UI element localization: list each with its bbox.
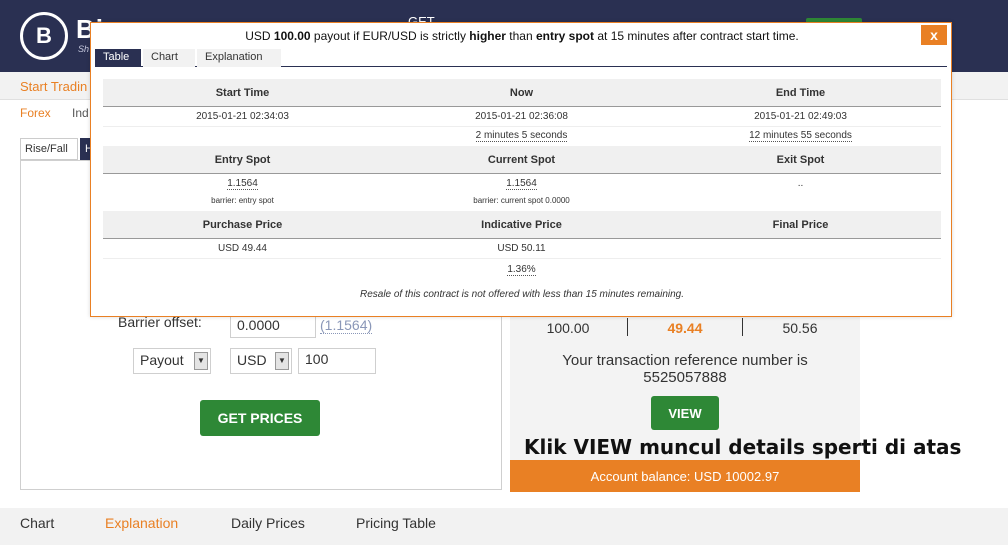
current-spot-value: 1.1564 [382, 178, 661, 190]
title-amount: 100.00 [273, 29, 311, 43]
payout-select[interactable]: Payout ▼ [133, 348, 211, 374]
remaining-duration-text: 12 minutes 55 seconds [749, 130, 852, 142]
price-change-text: 1.36% [507, 264, 536, 276]
table-row: 2015-01-21 02:34:03 2015-01-21 02:36:08 … [103, 109, 941, 127]
elapsed-duration-text: 2 minutes 5 seconds [475, 130, 568, 142]
transaction-text: Your transaction reference number is [562, 352, 808, 369]
contract-details-dialog: USD 100.00 payout if EUR/USD is strictly… [90, 22, 952, 317]
price-change: 1.36% [382, 264, 661, 276]
dialog-tabs: Table Chart Explanation [95, 49, 947, 67]
currency-select[interactable]: USD ▼ [230, 348, 292, 374]
currency-select-value: USD [237, 352, 267, 368]
tab-pricing-table[interactable]: Pricing Table [356, 515, 436, 531]
bottom-tabs: Chart Explanation Daily Prices Pricing T… [0, 508, 1008, 545]
dialog-tab-table[interactable]: Table [95, 49, 141, 67]
header-purchase-price: Purchase Price [202, 219, 283, 231]
header-indicative-price: Indicative Price [481, 219, 562, 231]
current-spot-text: 1.1564 [506, 178, 537, 190]
barrier-offset-input[interactable]: 0.0000 [230, 314, 316, 338]
header-entry-spot: Entry Spot [214, 154, 271, 166]
entry-spot-text: 1.1564 [227, 178, 258, 190]
remaining-duration: 12 minutes 55 seconds [661, 130, 940, 142]
table-header-row: Purchase Price Indicative Price Final Pr… [103, 211, 941, 239]
barrier-spot-link[interactable]: (1.1564) [320, 317, 373, 334]
contract-description: USD 100.00 payout if EUR/USD is strictly… [91, 29, 953, 43]
title-part: USD [245, 29, 274, 43]
header-end-time: End Time [775, 87, 826, 99]
tab-daily-prices[interactable]: Daily Prices [231, 515, 305, 531]
entry-spot-value: 1.1564 [103, 178, 382, 190]
exit-spot-value: .. [797, 178, 804, 189]
resale-notice: Resale of this contract is not offered w… [359, 289, 685, 300]
view-button[interactable]: VIEW [651, 396, 719, 430]
logo-icon[interactable]: B [20, 12, 68, 60]
cost-value: 49.44 [667, 320, 703, 336]
tab-chart[interactable]: Chart [20, 515, 54, 531]
payout-select-value: Payout [140, 352, 184, 368]
annotation-text: Klik VIEW muncul details sperti di atas [524, 435, 962, 459]
header-start-time: Start Time [215, 87, 270, 99]
get-prices-button[interactable]: GET PRICES [200, 400, 320, 436]
price-summary: 100.00 49.44 50.56 [510, 318, 860, 340]
title-direction: higher [469, 29, 506, 43]
indicative-price-value: USD 50.11 [497, 243, 546, 254]
header-now: Now [509, 87, 534, 99]
table-row: 1.36% [103, 263, 941, 279]
elapsed-duration: 2 minutes 5 seconds [382, 130, 661, 142]
table-row: barrier: entry spot barrier: current spo… [103, 195, 941, 209]
header-exit-spot: Exit Spot [776, 154, 825, 166]
title-barrier: entry spot [536, 29, 595, 43]
purchase-price-value: USD 49.44 [218, 243, 267, 254]
table-header-row: Start Time Now End Time [103, 79, 941, 107]
tab-explanation[interactable]: Explanation [105, 515, 178, 531]
logo-mark: B [36, 23, 52, 48]
table-header-row: Entry Spot Current Spot Exit Spot [103, 146, 941, 174]
logo-tagline: Sh [78, 44, 90, 54]
table-row: 2 minutes 5 seconds 12 minutes 55 second… [103, 129, 941, 145]
transaction-reference: Your transaction reference number is 552… [510, 352, 860, 386]
nav-start-trading[interactable]: Start Tradin [20, 79, 87, 94]
now-value: 2015-01-21 02:36:08 [475, 111, 568, 122]
payout-value: 100.00 [546, 320, 590, 336]
table-row: 1.1564 1.1564 .. [103, 177, 941, 193]
dialog-tab-explanation[interactable]: Explanation [197, 49, 281, 67]
entry-barrier-note: barrier: entry spot [211, 196, 274, 205]
title-part: payout if EUR/USD is strictly [310, 29, 470, 43]
transaction-number: 5525057888 [643, 369, 727, 386]
nav-forex[interactable]: Forex [20, 106, 51, 120]
title-part: at 15 minutes after contract start time. [594, 29, 799, 43]
dropdown-arrow-icon: ▼ [194, 352, 208, 370]
tab-rise-fall[interactable]: Rise/Fall [20, 138, 78, 160]
account-balance: Account balance: USD 10002.97 [510, 460, 860, 492]
current-barrier-note: barrier: current spot 0.0000 [473, 196, 570, 205]
header-final-price: Final Price [772, 219, 829, 231]
page: B Bi Sh GET Start Tradin Forex Ind Rise/… [0, 0, 1008, 545]
nav-indices[interactable]: Ind [72, 106, 89, 120]
end-time-value: 2015-01-21 02:49:03 [754, 111, 847, 122]
profit-value: 50.56 [782, 320, 818, 336]
close-icon[interactable]: x [921, 25, 947, 45]
header-current-spot: Current Spot [487, 154, 556, 166]
dialog-tab-chart[interactable]: Chart [143, 49, 195, 67]
table-row: USD 49.44 USD 50.11 [103, 241, 941, 259]
dropdown-arrow-icon: ▼ [275, 352, 289, 370]
start-time-value: 2015-01-21 02:34:03 [196, 111, 289, 122]
amount-input[interactable]: 100 [298, 348, 376, 374]
title-part: than [505, 29, 536, 43]
